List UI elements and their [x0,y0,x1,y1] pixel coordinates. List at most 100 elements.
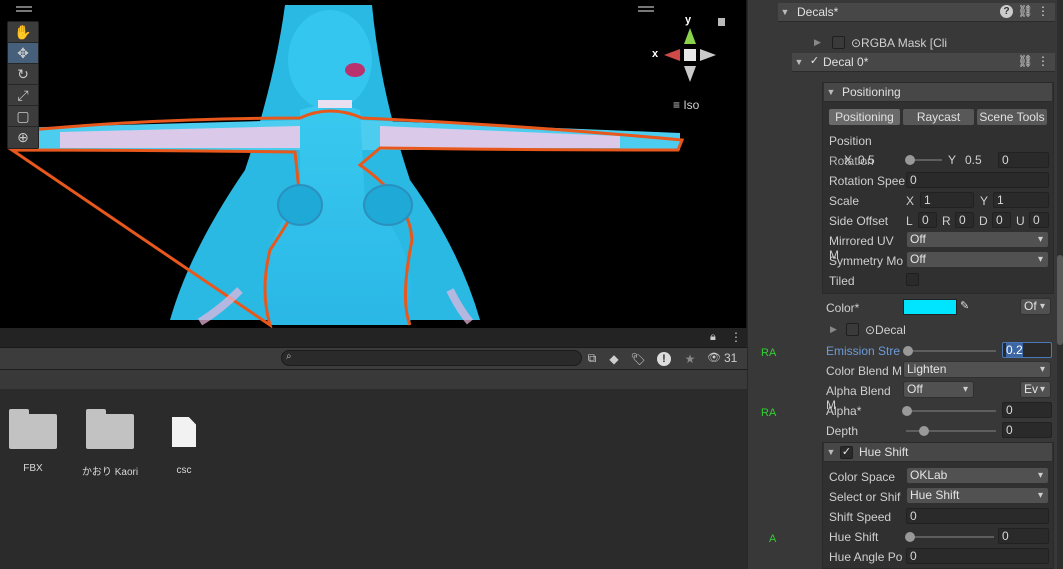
rotation-slider-knob[interactable] [905,155,915,165]
hue-shift-enable-checkbox[interactable]: ✓ [840,445,853,459]
alpha-slider-knob[interactable] [902,406,912,416]
filter-by-log-button[interactable]: ! [654,349,674,368]
scale-y-label: Y [980,194,989,208]
decal-texture-checkbox[interactable] [846,323,859,336]
decals-title: Decals* [797,5,839,19]
tab-positioning[interactable]: Positioning [828,108,901,126]
color-space-label: Color Space [829,470,896,484]
emission-slider-knob[interactable] [903,346,913,356]
decal0-section-header[interactable]: ▼ ✓ Decal 0* ⛓︎ ⋮ [792,53,1055,72]
scene-menu-handle[interactable] [638,6,654,12]
side-offset-u-field[interactable]: 0 [1029,212,1049,228]
color-swatch[interactable] [903,299,957,315]
asset-kaori[interactable]: かおり Kaori [74,409,146,478]
hue-shift-field[interactable]: 0 [998,528,1049,544]
side-offset-l-value: 0 [922,213,929,227]
shift-speed-label: Shift Speed [829,510,892,524]
hue-shift-slider-knob[interactable] [905,532,915,542]
alpha-field[interactable]: 0 [1002,402,1052,418]
alpha-blend-dropdown[interactable]: Off [903,381,974,398]
link-icon[interactable]: ⛓︎ [1018,54,1033,68]
hue-angle-field[interactable]: 0 [906,548,1049,564]
select-shift-dropdown[interactable]: Hue Shift [906,487,1049,504]
project-breadcrumb [0,370,747,389]
scale-x-field[interactable]: 1 [920,192,974,208]
color-space-dropdown[interactable]: OKLab [906,467,1049,484]
rgba-mask-checkbox[interactable] [832,36,845,49]
scale-tool[interactable]: ⤢ [8,85,38,106]
mirrored-uv-value: Off [910,232,926,246]
options-icon[interactable]: ⋮ [1037,4,1049,18]
hue-shift-header[interactable]: ▼ ✓ Hue Shift [824,443,1052,462]
hue-angle-label: Hue Angle Po [829,550,903,564]
eyedropper-icon[interactable]: ✎ [960,299,969,312]
position-y-value[interactable]: 0.5 [965,153,982,167]
rotation-speed-field[interactable]: 0 [906,172,1049,188]
filter-by-label-button[interactable]: 🏷︎ [628,349,648,368]
decals-section-header[interactable]: ▼ Decals* ? ⛓︎ ⋮ [778,3,1055,22]
exclamation-icon: ! [657,351,671,366]
filter-by-type-button[interactable]: ◆ [604,349,624,368]
hand-tool[interactable]: ✋ [8,22,38,43]
expand-triangle-icon: ▼ [826,87,836,97]
alpha-blend-extra-value: Ev [1024,382,1039,396]
side-offset-label: Side Offset [829,214,889,228]
collapse-triangle-icon: ▶ [830,324,837,334]
decal0-enable-checkbox[interactable]: ✓ [808,55,821,69]
depth-field[interactable]: 0 [1002,422,1052,438]
mirrored-uv-dropdown[interactable]: Off [906,231,1049,248]
positioning-header[interactable]: ▼ Positioning [824,83,1052,102]
emission-field[interactable]: 0.2 [1002,342,1052,358]
favorites-button[interactable]: ★ [680,349,700,368]
scale-y-field[interactable]: 1 [993,192,1049,208]
asset-csc[interactable]: csc [148,417,220,476]
move-tool[interactable]: ✥ [8,43,38,64]
rect-tool[interactable]: ▢ [8,106,38,127]
link-icon[interactable]: ⛓︎ [1018,4,1033,18]
scene-drag-handle[interactable] [16,6,32,12]
scene-render [7,5,725,328]
rgba-mask-label: ⊙RGBA Mask [Cli [851,35,948,50]
search-icon: ⌕ [286,351,292,362]
shapes-icon: ◆ [609,351,619,366]
hand-icon: ✋ [14,23,32,40]
decal-texture-row[interactable]: ▶ ⊙Decal [830,320,906,339]
help-icon[interactable]: ? [1000,5,1013,18]
options-icon[interactable]: ⋮ [1037,54,1049,68]
alpha-blend-extra-dropdown[interactable]: Ev [1020,381,1051,398]
side-offset-d-field[interactable]: 0 [992,212,1011,228]
symmetry-dropdown[interactable]: Off [906,251,1049,268]
rotation-label: Rotation [829,154,874,168]
color-option-value: Of [1024,299,1037,313]
projection-toggle[interactable]: ≡ Iso [673,98,699,112]
color-option-dropdown[interactable]: Of [1020,298,1051,315]
tab-scene-tools[interactable]: Scene Tools [976,108,1048,126]
expand-triangle-icon: ▼ [780,7,790,17]
project-toolbar: ⌕ ⧉ ◆ 🏷︎ ! ★ 👁︎ 31 [0,348,747,370]
side-offset-l-label: L [906,214,913,228]
scene-view[interactable]: y x ≡ Iso ✋ ✥ ↻ ⤢ ▢ ⊕ [0,0,747,328]
inspector-scroll-thumb[interactable] [1057,255,1063,345]
rotation-field[interactable]: 0 [998,152,1049,168]
side-offset-r-field[interactable]: 0 [955,212,974,228]
alpha-slider-track[interactable] [906,410,996,412]
search-by-type-button[interactable]: ⧉ [582,349,602,368]
emission-slider-track[interactable] [906,350,996,352]
more-menu-icon[interactable]: ⋮ [730,330,742,344]
rgba-mask-row[interactable]: ▶ ⊙RGBA Mask [Cli [814,33,947,52]
side-offset-l-field[interactable]: 0 [918,212,937,228]
transform-tool[interactable]: ⊕ [8,127,38,148]
color-blend-dropdown[interactable]: Lighten [903,361,1051,378]
rotate-tool[interactable]: ↻ [8,64,38,85]
asset-fbx[interactable]: FBX [0,409,69,474]
search-input[interactable]: ⌕ [281,350,582,366]
gutter-tag: A [769,533,777,545]
hue-shift-slider-track[interactable] [908,536,994,538]
orientation-gizmo [664,28,716,82]
shift-speed-field[interactable]: 0 [906,508,1049,524]
tab-raycast[interactable]: Raycast [902,108,975,126]
lock-icon[interactable]: 🔒︎ [710,331,716,344]
tiled-checkbox[interactable] [906,273,919,286]
hidden-packages-icon[interactable]: 👁︎ [707,351,721,364]
depth-slider-knob[interactable] [919,426,929,436]
